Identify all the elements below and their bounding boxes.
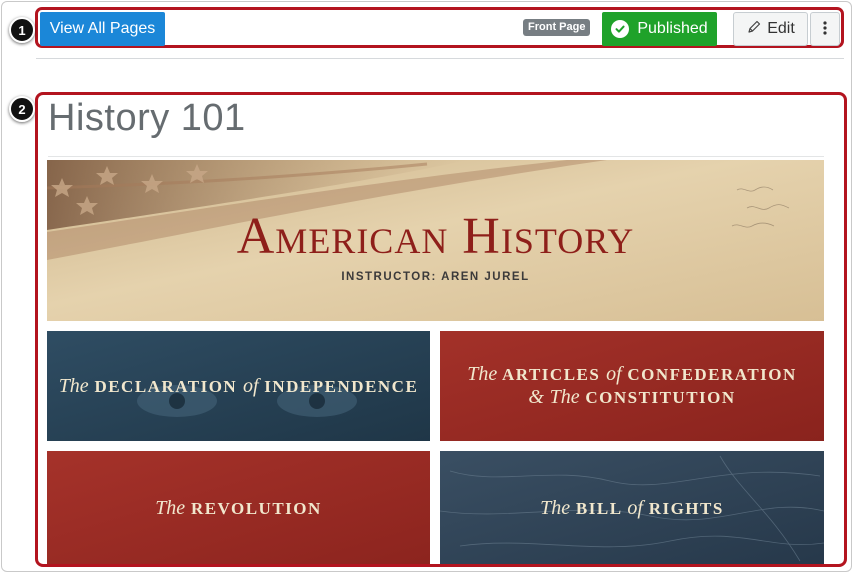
tile-word: CONFEDERATION xyxy=(627,365,797,384)
edit-label: Edit xyxy=(767,20,795,37)
page-title: History 101 xyxy=(48,97,246,139)
view-all-pages-button[interactable]: View All Pages xyxy=(40,12,165,46)
tile-word: INDEPENDENCE xyxy=(264,376,419,396)
pencil-icon xyxy=(746,19,762,40)
edit-button[interactable]: Edit xyxy=(733,12,808,46)
tile-declaration-text: The DECLARATION of INDEPENDENCE xyxy=(47,331,430,441)
tile-word: The xyxy=(540,497,571,519)
front-page-badge: Front Page xyxy=(523,19,591,36)
title-divider xyxy=(48,156,824,157)
tile-word: REVOLUTION xyxy=(190,499,322,518)
callout-marker-1: 1 xyxy=(9,17,35,43)
american-history-banner[interactable]: American History INSTRUCTOR: AREN JUREL xyxy=(47,160,824,321)
tile-word: of xyxy=(242,374,259,397)
tile-word: & xyxy=(528,386,544,408)
page-content: History 101 American History INSTRUCTOR:… xyxy=(35,92,847,567)
tile-bill-text: The BILL of RIGHTS xyxy=(440,451,824,564)
tile-declaration-of-independence[interactable]: The DECLARATION of INDEPENDENCE xyxy=(47,331,430,441)
tile-articles-text: The ARTICLES of CONFEDERATION & The CONS… xyxy=(440,331,824,441)
toolbar-divider xyxy=(36,58,844,59)
tile-bill-of-rights[interactable]: The BILL of RIGHTS xyxy=(440,451,824,564)
tile-word: DECLARATION xyxy=(94,376,238,396)
tile-word: of xyxy=(606,363,622,385)
tile-word: The xyxy=(467,363,498,385)
tile-the-revolution[interactable]: The REVOLUTION xyxy=(47,451,430,564)
tile-word: RIGHTS xyxy=(648,499,724,518)
check-circle-icon xyxy=(611,20,630,38)
banner-text: American History INSTRUCTOR: AREN JUREL xyxy=(47,160,824,321)
kebab-menu-icon xyxy=(823,20,827,39)
published-label: Published xyxy=(637,20,708,37)
more-options-button[interactable] xyxy=(810,12,840,46)
tile-word: BILL xyxy=(575,499,622,518)
tile-word: of xyxy=(627,497,643,519)
tile-word: The xyxy=(155,497,186,519)
tile-revolution-text: The REVOLUTION xyxy=(47,451,430,564)
tile-word: The xyxy=(58,374,89,397)
banner-title: American History xyxy=(236,207,635,265)
published-button[interactable]: Published xyxy=(602,12,717,46)
banner-subtitle: INSTRUCTOR: AREN JUREL xyxy=(341,270,530,283)
tile-word: CONSTITUTION xyxy=(585,388,736,407)
tile-articles-of-confederation[interactable]: The ARTICLES of CONFEDERATION & The CONS… xyxy=(440,331,824,441)
callout-marker-2: 2 xyxy=(9,96,35,122)
tile-word: ARTICLES xyxy=(502,365,601,384)
tile-word: The xyxy=(549,386,580,408)
page-toolbar: View All Pages Front Page Published Edit xyxy=(35,7,844,48)
